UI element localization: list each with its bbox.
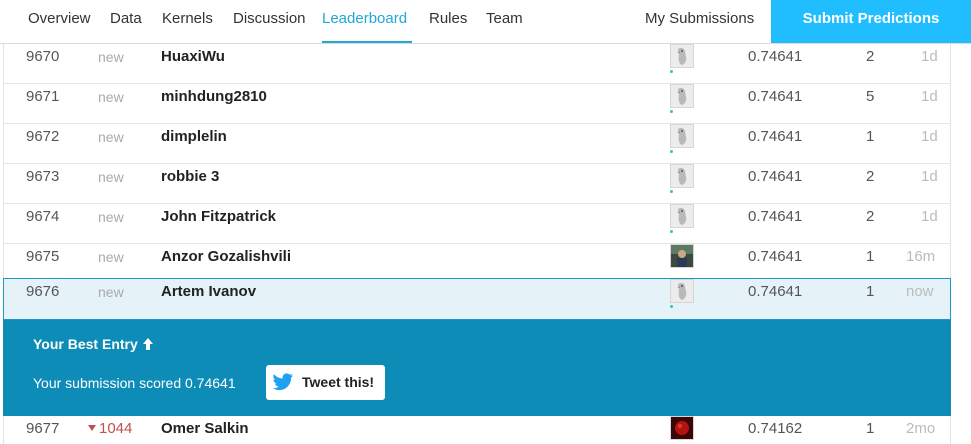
tab-data[interactable]: Data <box>110 0 142 44</box>
last-submission-cell: 1d <box>921 168 938 185</box>
rank-change: new <box>98 129 124 145</box>
rank-cell: 9675 <box>26 248 60 265</box>
best-entry-title: Your Best Entry <box>33 336 154 352</box>
score-cell: 0.74641 <box>748 208 803 225</box>
online-indicator <box>670 70 673 73</box>
submit-predictions-button[interactable]: Submit Predictions <box>771 0 971 43</box>
default-avatar-icon[interactable] <box>670 164 694 188</box>
online-indicator <box>670 190 673 193</box>
online-indicator <box>670 305 673 308</box>
tab-discussion[interactable]: Discussion <box>233 0 306 44</box>
last-submission-cell: now <box>906 283 934 300</box>
team-name-link[interactable]: HuaxiWu <box>161 44 225 70</box>
last-submission-cell: 16m <box>906 248 936 265</box>
table-row: 9674 new John Fitzpatrick 0.74641 2 1d <box>4 204 950 244</box>
table-row: 9670 new HuaxiWu 0.74641 2 1d <box>4 44 950 84</box>
online-indicator <box>670 110 673 113</box>
rank-cell: 9677 <box>26 420 60 437</box>
rank-change: new <box>98 49 124 65</box>
table-row-my-entry: 9676 new Artem Ivanov 0.74641 1 now <box>3 278 951 320</box>
rank-change: new <box>98 169 124 185</box>
entries-cell: 1 <box>866 248 875 265</box>
entries-cell: 2 <box>866 208 875 225</box>
default-avatar-icon[interactable] <box>670 204 694 228</box>
rank-change: new <box>98 209 124 225</box>
competition-nav: Overview Data Kernels Discussion Leaderb… <box>0 0 971 44</box>
tab-team[interactable]: Team <box>486 0 523 44</box>
entries-cell: 1 <box>866 128 875 145</box>
online-indicator <box>670 230 673 233</box>
table-row: 9677 1044 Omer Salkin 0.74162 1 2mo <box>4 416 950 444</box>
rank-cell: 9671 <box>26 88 60 105</box>
default-avatar-icon[interactable] <box>670 44 694 68</box>
score-cell: 0.74162 <box>748 420 803 437</box>
rank-cell: 9673 <box>26 168 60 185</box>
online-indicator <box>670 150 673 153</box>
entries-cell: 2 <box>866 168 875 185</box>
up-arrow-icon <box>142 338 154 350</box>
rank-cell: 9674 <box>26 208 60 225</box>
score-cell: 0.74641 <box>748 88 803 105</box>
last-submission-cell: 1d <box>921 88 938 105</box>
rank-change: new <box>98 284 124 300</box>
default-avatar-icon[interactable] <box>670 279 694 303</box>
last-submission-cell: 2mo <box>906 420 936 437</box>
tweet-button-label: Tweet this! <box>302 374 375 390</box>
tab-rules[interactable]: Rules <box>429 0 467 44</box>
tweet-button[interactable]: Tweet this! <box>266 365 385 400</box>
down-arrow-icon <box>88 425 96 431</box>
team-name-link[interactable]: robbie 3 <box>161 164 219 190</box>
user-photo-avatar[interactable] <box>670 416 694 440</box>
entries-cell: 1 <box>866 283 875 300</box>
tab-kernels[interactable]: Kernels <box>162 0 213 44</box>
rank-cell: 9670 <box>26 48 60 65</box>
last-submission-cell: 1d <box>921 48 938 65</box>
my-submissions-link[interactable]: My Submissions <box>645 0 754 44</box>
team-name-link[interactable]: Artem Ivanov <box>161 279 256 305</box>
team-name-link[interactable]: Anzor Gozalishvili <box>161 244 291 270</box>
rank-cell: 9676 <box>26 283 60 300</box>
last-submission-cell: 1d <box>921 128 938 145</box>
entries-cell: 2 <box>866 48 875 65</box>
team-name-link[interactable]: minhdung2810 <box>161 84 267 110</box>
team-name-link[interactable]: dimplelin <box>161 124 227 150</box>
score-cell: 0.74641 <box>748 128 803 145</box>
best-entry-title-text: Your Best Entry <box>33 336 138 352</box>
default-avatar-icon[interactable] <box>670 124 694 148</box>
team-name-link[interactable]: John Fitzpatrick <box>161 204 276 230</box>
score-cell: 0.74641 <box>748 248 803 265</box>
table-row: 9671 new minhdung2810 0.74641 5 1d <box>4 84 950 124</box>
last-submission-cell: 1d <box>921 208 938 225</box>
tab-overview[interactable]: Overview <box>28 0 91 44</box>
best-entry-banner: Your Best Entry Your submission scored 0… <box>3 320 951 416</box>
rank-cell: 9672 <box>26 128 60 145</box>
table-row: 9672 new dimplelin 0.74641 1 1d <box>4 124 950 164</box>
rank-change: 1044 <box>88 416 132 442</box>
score-cell: 0.74641 <box>748 48 803 65</box>
rank-change-value: 1044 <box>99 420 133 437</box>
entries-cell: 5 <box>866 88 875 105</box>
default-avatar-icon[interactable] <box>670 84 694 108</box>
tab-leaderboard[interactable]: Leaderboard <box>322 0 412 44</box>
twitter-bird-icon <box>272 373 294 395</box>
score-cell: 0.74641 <box>748 168 803 185</box>
score-cell: 0.74641 <box>748 283 803 300</box>
table-row: 9673 new robbie 3 0.74641 2 1d <box>4 164 950 204</box>
entries-cell: 1 <box>866 420 875 437</box>
team-name-link[interactable]: Omer Salkin <box>161 416 249 442</box>
rank-change: new <box>98 249 124 265</box>
best-entry-message: Your submission scored 0.74641 <box>33 375 236 391</box>
user-photo-avatar[interactable] <box>670 244 694 268</box>
rank-change: new <box>98 89 124 105</box>
